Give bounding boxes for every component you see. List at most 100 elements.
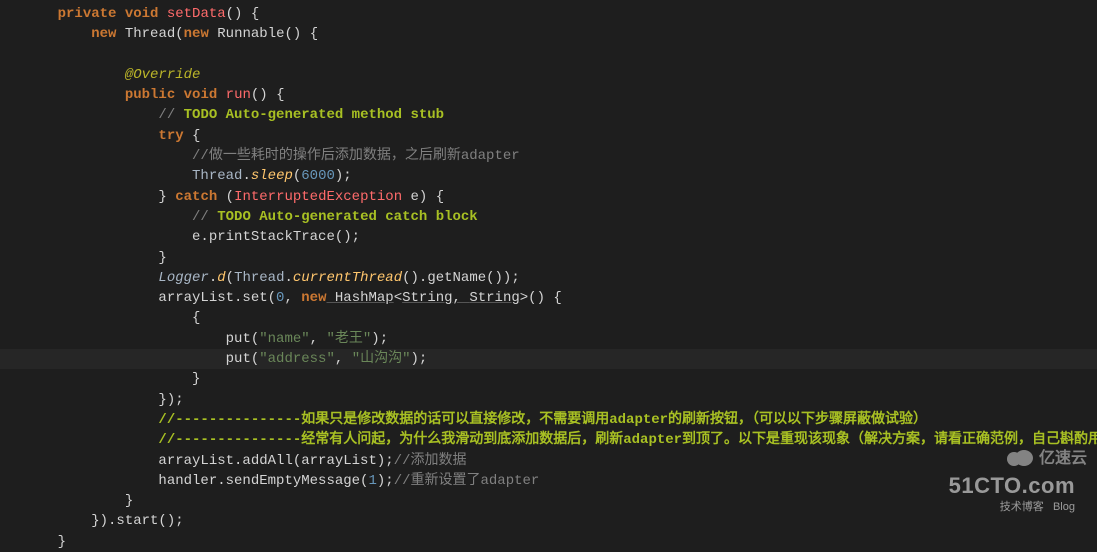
code-line: @Override xyxy=(0,65,1097,85)
comment: //---------------经常有人问起，为什么我滑动到底添加数据后，刷新… xyxy=(158,432,1097,448)
comment: //重新设置了adapter xyxy=(394,473,540,489)
class-ref: Thread xyxy=(234,270,284,286)
code-line: } xyxy=(0,532,1097,552)
code-text: ); xyxy=(371,331,388,347)
string-literal: "老王" xyxy=(326,331,371,347)
code-line: { xyxy=(0,308,1097,328)
class-ref: Logger xyxy=(158,270,208,286)
comment: Auto-generated catch block xyxy=(251,209,478,225)
code-line: //---------------经常有人问起，为什么我滑动到底添加数据后，刷新… xyxy=(0,430,1097,450)
code-line: } xyxy=(0,248,1097,268)
code-text: ().getName()); xyxy=(402,270,520,286)
keyword-void: void xyxy=(125,6,159,22)
code-line: e.printStackTrace(); xyxy=(0,227,1097,247)
code-text: { xyxy=(184,128,201,144)
code-text: , xyxy=(453,290,470,306)
method-name: setData xyxy=(167,6,226,22)
code-line: //---------------如果只是修改数据的话可以直接修改，不需要调用a… xyxy=(0,410,1097,430)
annotation: @Override xyxy=(125,67,201,83)
code-line: } xyxy=(0,369,1097,389)
type-ref: String xyxy=(469,290,519,306)
code-text: > xyxy=(520,290,528,306)
comment-todo: TODO xyxy=(217,209,251,225)
code-line-highlighted: put("address", "山沟沟"); xyxy=(0,349,1097,369)
code-text: { xyxy=(192,310,200,326)
comment: //添加数据 xyxy=(394,453,467,469)
exception-type: InterruptedException xyxy=(234,189,402,205)
code-text: }); xyxy=(158,392,183,408)
code-text: } xyxy=(125,493,133,509)
code-line: Logger.d(Thread.currentThread().getName(… xyxy=(0,268,1097,288)
method-call: sleep xyxy=(251,168,293,184)
code-text: put( xyxy=(226,331,260,347)
comment: Auto-generated method stub xyxy=(217,107,444,123)
code-text: Thread( xyxy=(125,26,184,42)
code-line: // TODO Auto-generated catch block xyxy=(0,207,1097,227)
code-text: ); xyxy=(411,351,428,367)
code-text: , xyxy=(335,351,352,367)
code-text: () { xyxy=(528,290,562,306)
code-text: ); xyxy=(335,168,352,184)
comment: // xyxy=(192,209,217,225)
code-text: , xyxy=(310,331,327,347)
code-text: HashMap xyxy=(326,290,393,306)
code-line: //做一些耗时的操作后添加数据，之后刷新adapter xyxy=(0,146,1097,166)
code-text: } xyxy=(192,371,200,387)
code-line: put("name", "老王"); xyxy=(0,329,1097,349)
code-text: put( xyxy=(226,351,260,367)
class-ref: Thread xyxy=(192,168,242,184)
code-line: arrayList.set(0, new HashMap<String, Str… xyxy=(0,288,1097,308)
keyword-new: new xyxy=(91,26,116,42)
code-line: }); xyxy=(0,390,1097,410)
code-text: } xyxy=(158,250,166,266)
code-line: try { xyxy=(0,126,1097,146)
keyword-public: public xyxy=(125,87,175,103)
code-text: ); xyxy=(377,473,394,489)
code-text: arrayList.addAll(arrayList); xyxy=(158,453,393,469)
method-call: d xyxy=(217,270,225,286)
keyword-private: private xyxy=(58,6,117,22)
code-text: , xyxy=(284,290,301,306)
code-line: public void run() { xyxy=(0,85,1097,105)
keyword-catch: catch xyxy=(175,189,217,205)
number-literal: 6000 xyxy=(301,168,335,184)
code-text: handler.sendEmptyMessage( xyxy=(158,473,368,489)
code-line xyxy=(0,45,1097,65)
code-text: () { xyxy=(251,87,285,103)
code-text: }).start(); xyxy=(91,513,183,529)
code-line: private void setData() { xyxy=(0,4,1097,24)
code-text: . xyxy=(242,168,250,184)
comment: //做一些耗时的操作后添加数据，之后刷新adapter xyxy=(192,148,520,164)
code-text: e) { xyxy=(402,189,444,205)
keyword-new: new xyxy=(301,290,326,306)
comment: // xyxy=(158,107,183,123)
code-line: Thread.sleep(6000); xyxy=(0,166,1097,186)
string-literal: "山沟沟" xyxy=(352,351,411,367)
type-ref: String xyxy=(402,290,452,306)
comment: //---------------如果只是修改数据的话可以直接修改，不需要调用a… xyxy=(158,412,927,428)
keyword-try: try xyxy=(158,128,183,144)
code-text: arrayList.set( xyxy=(158,290,276,306)
code-line: } xyxy=(0,491,1097,511)
code-line: // TODO Auto-generated method stub xyxy=(0,105,1097,125)
code-text: e.printStackTrace(); xyxy=(192,229,360,245)
number-literal: 1 xyxy=(368,473,376,489)
keyword-new: new xyxy=(184,26,209,42)
method-call: currentThread xyxy=(293,270,402,286)
string-literal: "name" xyxy=(259,331,309,347)
code-text: ( xyxy=(217,189,234,205)
code-line: arrayList.addAll(arrayList);//添加数据 xyxy=(0,451,1097,471)
code-text: ( xyxy=(226,270,234,286)
code-line: } catch (InterruptedException e) { xyxy=(0,187,1097,207)
method-name: run xyxy=(226,87,251,103)
code-line: handler.sendEmptyMessage(1);//重新设置了adapt… xyxy=(0,471,1097,491)
code-text: } xyxy=(158,189,175,205)
code-line: new Thread(new Runnable() { xyxy=(0,24,1097,44)
code-text: Runnable() { xyxy=(217,26,318,42)
comment-todo: TODO xyxy=(184,107,218,123)
code-text: . xyxy=(284,270,292,286)
code-text: < xyxy=(394,290,402,306)
code-text: . xyxy=(209,270,217,286)
keyword-void: void xyxy=(184,87,218,103)
code-text: } xyxy=(58,534,66,550)
